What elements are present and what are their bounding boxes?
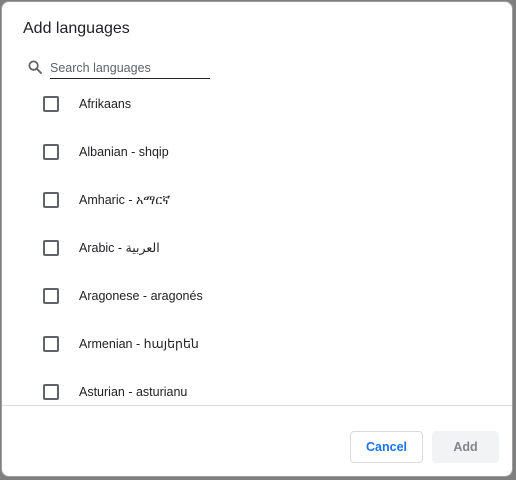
- checkbox[interactable]: [43, 336, 59, 352]
- checkbox[interactable]: [43, 240, 59, 256]
- search-box: [26, 57, 210, 79]
- language-label: Afrikaans: [79, 97, 132, 111]
- language-label: Amharic - አማርኛ: [79, 193, 171, 207]
- language-label: Asturian - asturianu: [79, 385, 188, 399]
- search-input[interactable]: [50, 57, 210, 79]
- add-languages-dialog: Add languages Afrikaans Albanian - shqip…: [1, 1, 513, 477]
- language-label: Armenian - հայերեն: [79, 337, 199, 351]
- language-item-asturian[interactable]: Asturian - asturianu: [2, 368, 512, 405]
- language-item-albanian[interactable]: Albanian - shqip: [2, 128, 512, 176]
- dialog-title: Add languages: [23, 20, 130, 37]
- checkbox[interactable]: [43, 288, 59, 304]
- language-item-aragonese[interactable]: Aragonese - aragonés: [2, 272, 512, 320]
- cancel-button[interactable]: Cancel: [350, 431, 423, 463]
- language-item-afrikaans[interactable]: Afrikaans: [2, 80, 512, 128]
- footer-divider: [2, 405, 512, 406]
- add-button[interactable]: Add: [432, 431, 499, 463]
- language-item-armenian[interactable]: Armenian - հայերեն: [2, 320, 512, 368]
- checkbox[interactable]: [43, 192, 59, 208]
- language-item-amharic[interactable]: Amharic - አማርኛ: [2, 176, 512, 224]
- language-label: Albanian - shqip: [79, 145, 169, 159]
- search-icon: [28, 60, 42, 74]
- checkbox[interactable]: [43, 144, 59, 160]
- checkbox[interactable]: [43, 384, 59, 400]
- language-label: Aragonese - aragonés: [79, 289, 203, 303]
- language-list[interactable]: Afrikaans Albanian - shqip Amharic - አማር…: [2, 80, 512, 405]
- checkbox[interactable]: [43, 96, 59, 112]
- language-label: Arabic - العربية: [79, 241, 160, 255]
- language-item-arabic[interactable]: Arabic - العربية: [2, 224, 512, 272]
